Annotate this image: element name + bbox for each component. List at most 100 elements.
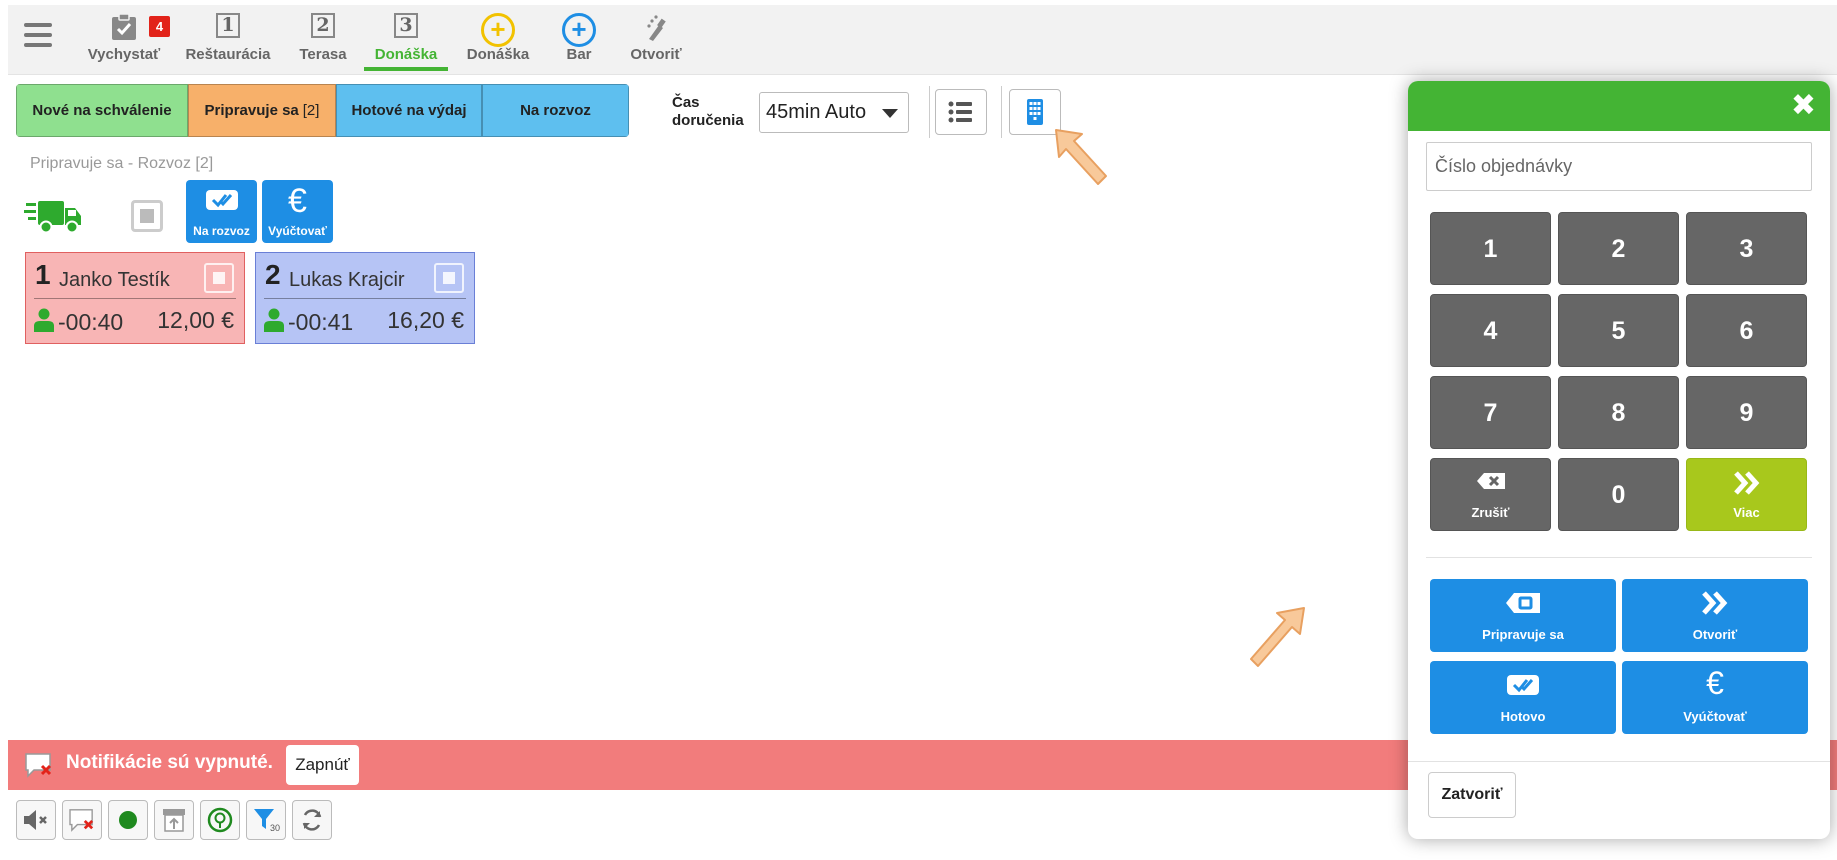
bottom-toolbar: 30 [16,800,332,840]
keypad-key-3[interactable]: 3 [1686,212,1807,285]
tab-label: Otvoriť [630,46,682,63]
divider [929,86,930,138]
keypad-key-7[interactable]: 7 [1430,376,1551,449]
divider [264,298,466,299]
button-label: Otvoriť [1692,627,1738,642]
list-icon [948,101,972,123]
tab-donaska-add[interactable]: + Donáška [456,5,540,75]
table-1-icon: 1 [216,13,240,38]
refresh-icon [302,809,322,831]
plus-circle-icon: + [562,13,596,47]
order-time: -00:40 [58,309,124,335]
button-label: Na rozvoz [193,224,250,238]
tab-nove-na-schvalenie[interactable]: Nové na schválenie [16,84,188,137]
tab-otvorit[interactable]: Otvoriť [618,5,694,75]
otvorit-button[interactable]: Otvoriť [1622,579,1808,652]
filter-icon: 30 [254,809,280,833]
customer-name: Janko Testík [59,269,170,291]
section-title: Pripravuje sa - Rozvoz [2] [30,155,214,172]
keypad-key-5[interactable]: 5 [1558,294,1679,367]
tab-label: Donáška [374,46,438,63]
status-tabs: Nové na schválenie Pripravuje sa [2] Hoto… [16,84,629,137]
button-label: Vyúčtovať [268,224,327,238]
order-time: -00:41 [288,309,354,335]
keypad-key-9[interactable]: 9 [1686,376,1807,449]
button-label: Zrušiť [1471,505,1510,520]
person-icon [264,308,284,332]
tab-label: Vychystať [87,46,161,63]
vyuctovat-button[interactable]: € Vyúčtovať [262,180,333,243]
person-icon [34,308,54,332]
order-price: 16,20 € [387,307,464,333]
tab-count: [2] [302,102,320,119]
pointer-arrow-icon [1055,129,1107,185]
keypad-key-8[interactable]: 8 [1558,376,1679,449]
tab-pripravuje-sa[interactable]: Pripravuje sa [2] [188,84,336,137]
ticket-check-icon [1507,675,1539,695]
pointer-arrow-icon [1250,607,1305,667]
double-chevron-right-icon [1733,471,1759,495]
order-card[interactable]: 1 Janko Testík -00:40 12,00 € [25,252,245,344]
location-button[interactable] [200,800,240,840]
table-2-icon: 2 [311,13,335,38]
delivery-time-select[interactable]: 45min Auto [759,92,909,133]
select-all-checkbox[interactable] [131,200,163,232]
customer-name: Lukas Krajcir [289,269,405,291]
store-button[interactable] [154,800,194,840]
keypad-key-1[interactable]: 1 [1430,212,1551,285]
order-checkbox[interactable] [434,263,464,293]
double-chevron-right-icon [1702,591,1728,615]
keypad-key-2[interactable]: 2 [1558,212,1679,285]
filter-button[interactable]: 30 [246,800,286,840]
enable-notifications-button[interactable]: Zapnúť [286,745,359,785]
close-icon[interactable]: ✖ [1791,91,1816,121]
menu-icon[interactable] [24,23,52,47]
hotovo-button[interactable]: Hotovo [1430,661,1616,734]
vyuctovat-dialog-button[interactable]: € Vyúčtovať [1622,661,1808,734]
svg-text:30: 30 [270,823,280,833]
divider [1408,761,1830,762]
tab-label: Hotové na výdaj [351,102,467,119]
chat-off-icon [25,753,52,778]
pripravuje-sa-button[interactable]: Pripravuje sa [1430,579,1616,652]
tab-donaska-active[interactable]: 3 Donáška [364,5,448,75]
ticket-check-icon [205,190,238,210]
tab-label: Na rozvoz [520,102,591,119]
keypad-key-6[interactable]: 6 [1686,294,1807,367]
tab-hotove-na-vydaj[interactable]: Hotové na výdaj [336,84,482,137]
tab-restauracia[interactable]: 1 Reštaurácia [178,5,278,75]
tab-label: Pripravuje sa [204,102,299,119]
order-number-dialog: ✖ Číslo objednávky 1 2 3 4 5 6 7 8 9 Zru… [1408,81,1830,839]
status-online-button[interactable] [108,800,148,840]
caret-down-icon [882,109,898,118]
keypad-more-button[interactable]: Viac [1686,458,1807,531]
pin-circle-icon [207,807,233,833]
tab-label: Terasa [299,46,347,63]
sound-off-button[interactable] [16,800,56,840]
tab-terasa[interactable]: 2 Terasa [286,5,360,75]
refresh-button[interactable] [292,800,332,840]
tab-label: Donáška [466,46,530,63]
order-number-input[interactable]: Číslo objednávky [1426,142,1812,191]
button-label: Pripravuje sa [1482,627,1564,642]
button-label: Viac [1733,505,1760,520]
select-value: 45min Auto [766,101,867,123]
store-icon [163,809,185,832]
order-price: 12,00 € [157,307,234,333]
list-view-button[interactable] [935,89,987,135]
order-number: 1 [35,259,51,290]
keypad-key-4[interactable]: 4 [1430,294,1551,367]
keypad-clear-button[interactable]: Zrušiť [1430,458,1551,531]
chat-off-button[interactable] [62,800,102,840]
order-number: 2 [265,259,281,290]
order-checkbox[interactable] [204,263,234,293]
tab-na-rozvoz[interactable]: Na rozvoz [482,84,629,137]
na-rozvoz-button[interactable]: Na rozvoz [186,180,257,243]
tab-bar[interactable]: + Bar [548,5,610,75]
clipboard-check-icon [111,13,137,45]
keypad-key-0[interactable]: 0 [1558,458,1679,531]
plus-circle-icon: + [481,13,515,47]
order-card[interactable]: 2 Lukas Krajcir -00:41 16,20 € [255,252,475,344]
divider [1001,86,1002,138]
close-dialog-button[interactable]: Zatvoriť [1428,772,1516,818]
